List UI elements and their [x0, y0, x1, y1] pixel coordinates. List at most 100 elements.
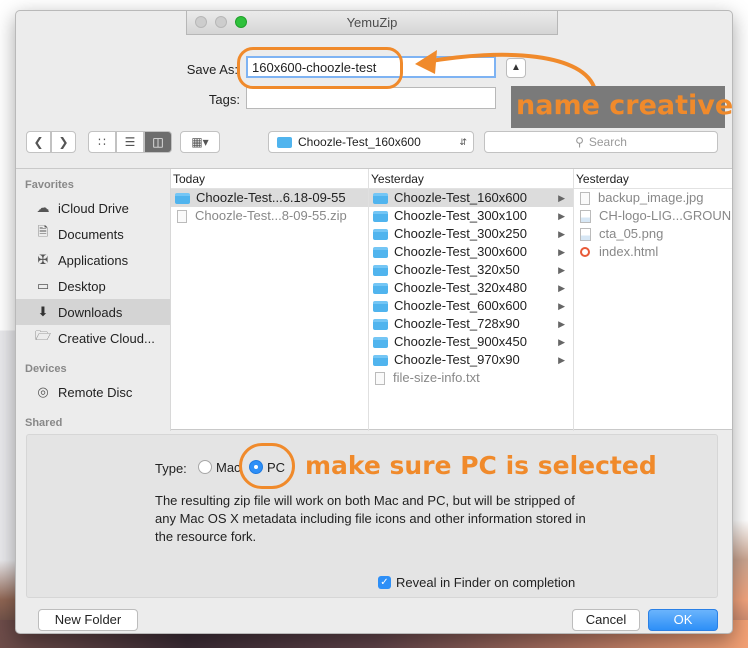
zip-file-icon: [177, 209, 187, 223]
folder-icon: [175, 192, 190, 204]
search-icon: ⚲: [575, 135, 584, 149]
location-label: Choozle-Test_160x600: [298, 135, 421, 149]
folder-icon: [373, 336, 388, 348]
list-item[interactable]: Choozle-Test_300x250 ▶: [369, 225, 573, 243]
column-today: Today Choozle-Test...6.18-09-55 Choozle-…: [171, 169, 369, 431]
back-button[interactable]: ❮: [26, 131, 51, 153]
list-item[interactable]: index.html: [574, 243, 732, 261]
list-item[interactable]: cta_05.png: [574, 225, 732, 243]
mac-radio[interactable]: [198, 460, 212, 474]
list-item[interactable]: Choozle-Test...8-09-55.zip: [171, 207, 368, 225]
column-yesterday-1: Yesterday Choozle-Test_160x600 ▶ Choozle-…: [369, 169, 574, 431]
sidebar-item-downloads[interactable]: ⬇ Downloads: [16, 299, 170, 325]
disclosure-arrow-icon: ▶: [558, 337, 565, 347]
list-item-label: backup_image.jpg: [598, 190, 704, 205]
chevron-left-icon: ❮: [33, 135, 44, 149]
list-item[interactable]: file-size-info.txt: [369, 369, 573, 387]
folder-icon: [373, 300, 388, 312]
disclosure-arrow-icon: ▶: [558, 247, 565, 257]
list-item[interactable]: Choozle-Test_320x50 ▶: [369, 261, 573, 279]
folder-icon: [373, 264, 388, 276]
list-item[interactable]: Choozle-Test_320x480 ▶: [369, 279, 573, 297]
folder-icon: [373, 228, 388, 240]
sidebar-item-icloud-drive[interactable]: ☁ iCloud Drive: [16, 195, 170, 221]
sidebar: Favorites ☁ iCloud Drive 🗎 Documents ✠ Appl…: [16, 169, 171, 431]
folder-icon: [373, 354, 388, 366]
disclosure-arrow-icon: ▶: [558, 355, 565, 365]
list-item[interactable]: backup_image.jpg: [574, 189, 732, 207]
download-icon: ⬇: [37, 304, 49, 319]
sidebar-item-label: Documents: [58, 226, 124, 242]
document-icon: 🗎: [37, 224, 49, 239]
list-item[interactable]: Choozle-Test_160x600 ▶: [369, 189, 573, 207]
text-file-icon: [375, 371, 385, 385]
devices-heading: Devices: [25, 363, 67, 375]
column-view-button[interactable]: ◫: [144, 131, 172, 153]
folder-icon: [373, 192, 388, 204]
popup-arrows-icon: ⇵: [459, 136, 467, 147]
image-file-icon: [580, 227, 591, 241]
annotation-name-creative: name creative: [516, 90, 734, 121]
list-item-label: Choozle-Test_728x90: [394, 316, 520, 331]
list-item-label: index.html: [599, 244, 659, 259]
disclosure-arrow-icon: ▶: [558, 229, 565, 239]
sidebar-item-label: Downloads: [58, 304, 123, 320]
reveal-checkbox[interactable]: ✓: [378, 576, 391, 589]
list-item-label: Choozle-Test_320x50: [394, 262, 520, 277]
list-item-label: Choozle-Test_300x100: [394, 208, 527, 223]
disclosure-arrow-icon: ▶: [558, 265, 565, 275]
location-popup[interactable]: Choozle-Test_160x600 ⇵: [268, 131, 474, 153]
list-item[interactable]: Choozle-Test_300x100 ▶: [369, 207, 573, 225]
forward-button[interactable]: ❯: [51, 131, 76, 153]
icon-view-button[interactable]: ∷: [88, 131, 116, 153]
list-view-button[interactable]: ☰: [116, 131, 144, 153]
cloud-icon: ☁: [36, 200, 50, 215]
gallery-icon: ▦▾: [191, 135, 209, 149]
search-placeholder: Search: [588, 135, 627, 149]
columns-icon: ◫: [152, 135, 164, 149]
desktop-icon: ▭: [36, 278, 50, 293]
sidebar-item-documents[interactable]: 🗎 Documents: [16, 221, 170, 247]
annotation-oval-filename: [237, 47, 403, 89]
applications-icon: ✠: [37, 252, 49, 267]
arrange-button[interactable]: ▦▾: [180, 131, 220, 153]
sidebar-item-desktop[interactable]: ▭ Desktop: [16, 273, 170, 299]
list-item[interactable]: Choozle-Test_900x450 ▶: [369, 333, 573, 351]
search-field[interactable]: ⚲ Search: [484, 131, 718, 153]
sidebar-item-label: Applications: [58, 252, 129, 268]
list-item-label: Choozle-Test_900x450: [394, 334, 527, 349]
list-item-label: Choozle-Test_320x480: [394, 280, 527, 295]
file-browser: Favorites ☁ iCloud Drive 🗎 Documents ✠ Appl…: [16, 168, 732, 431]
list-item[interactable]: Choozle-Test_300x600 ▶: [369, 243, 573, 261]
image-file-icon: [580, 209, 591, 223]
sidebar-item-label: iCloud Drive: [58, 200, 129, 216]
image-file-icon: [580, 191, 590, 205]
save-as-label: Save As:: [186, 62, 238, 77]
list-item[interactable]: Choozle-Test_600x600 ▶: [369, 297, 573, 315]
list-item[interactable]: Choozle-Test_970x90 ▶: [369, 351, 573, 369]
list-item-label: Choozle-Test...6.18-09-55: [196, 190, 346, 205]
list-icon: ☰: [124, 135, 136, 149]
reveal-label: Reveal in Finder on completion: [396, 575, 576, 590]
sidebar-item-label: Desktop: [58, 278, 106, 294]
list-item[interactable]: Choozle-Test...6.18-09-55: [171, 189, 368, 207]
sidebar-item-creative-cloud[interactable]: 🗁 Creative Cloud...: [16, 325, 170, 351]
list-item[interactable]: CH-logo-LIG...GROUND: [574, 207, 732, 225]
list-item[interactable]: Choozle-Test_728x90 ▶: [369, 315, 573, 333]
browser-toolbar: ❮ ❯ ∷ ☰ ◫ ▦▾ Choozle-Test_160x600 ⇵ ⚲ Se…: [16, 131, 732, 161]
checkmark-icon: ✓: [380, 577, 389, 588]
ok-button[interactable]: OK: [648, 609, 718, 631]
list-item-label: Choozle-Test_300x250: [394, 226, 527, 241]
sidebar-item-applications[interactable]: ✠ Applications: [16, 247, 170, 273]
column-header: Yesterday: [574, 169, 732, 189]
cancel-button[interactable]: Cancel: [572, 609, 640, 631]
tags-label: Tags:: [208, 92, 240, 107]
list-item-label: Choozle-Test_160x600: [394, 190, 527, 205]
chevron-right-icon: ❯: [58, 135, 69, 149]
mac-label: Mac: [216, 460, 241, 475]
sidebar-item-remote-disc[interactable]: ◎ Remote Disc: [16, 379, 170, 405]
annotation-pc-note: make sure PC is selected: [305, 451, 657, 480]
new-folder-button[interactable]: New Folder: [38, 609, 138, 631]
list-item-label: Choozle-Test_300x600: [394, 244, 527, 259]
html-file-icon: [580, 247, 590, 257]
